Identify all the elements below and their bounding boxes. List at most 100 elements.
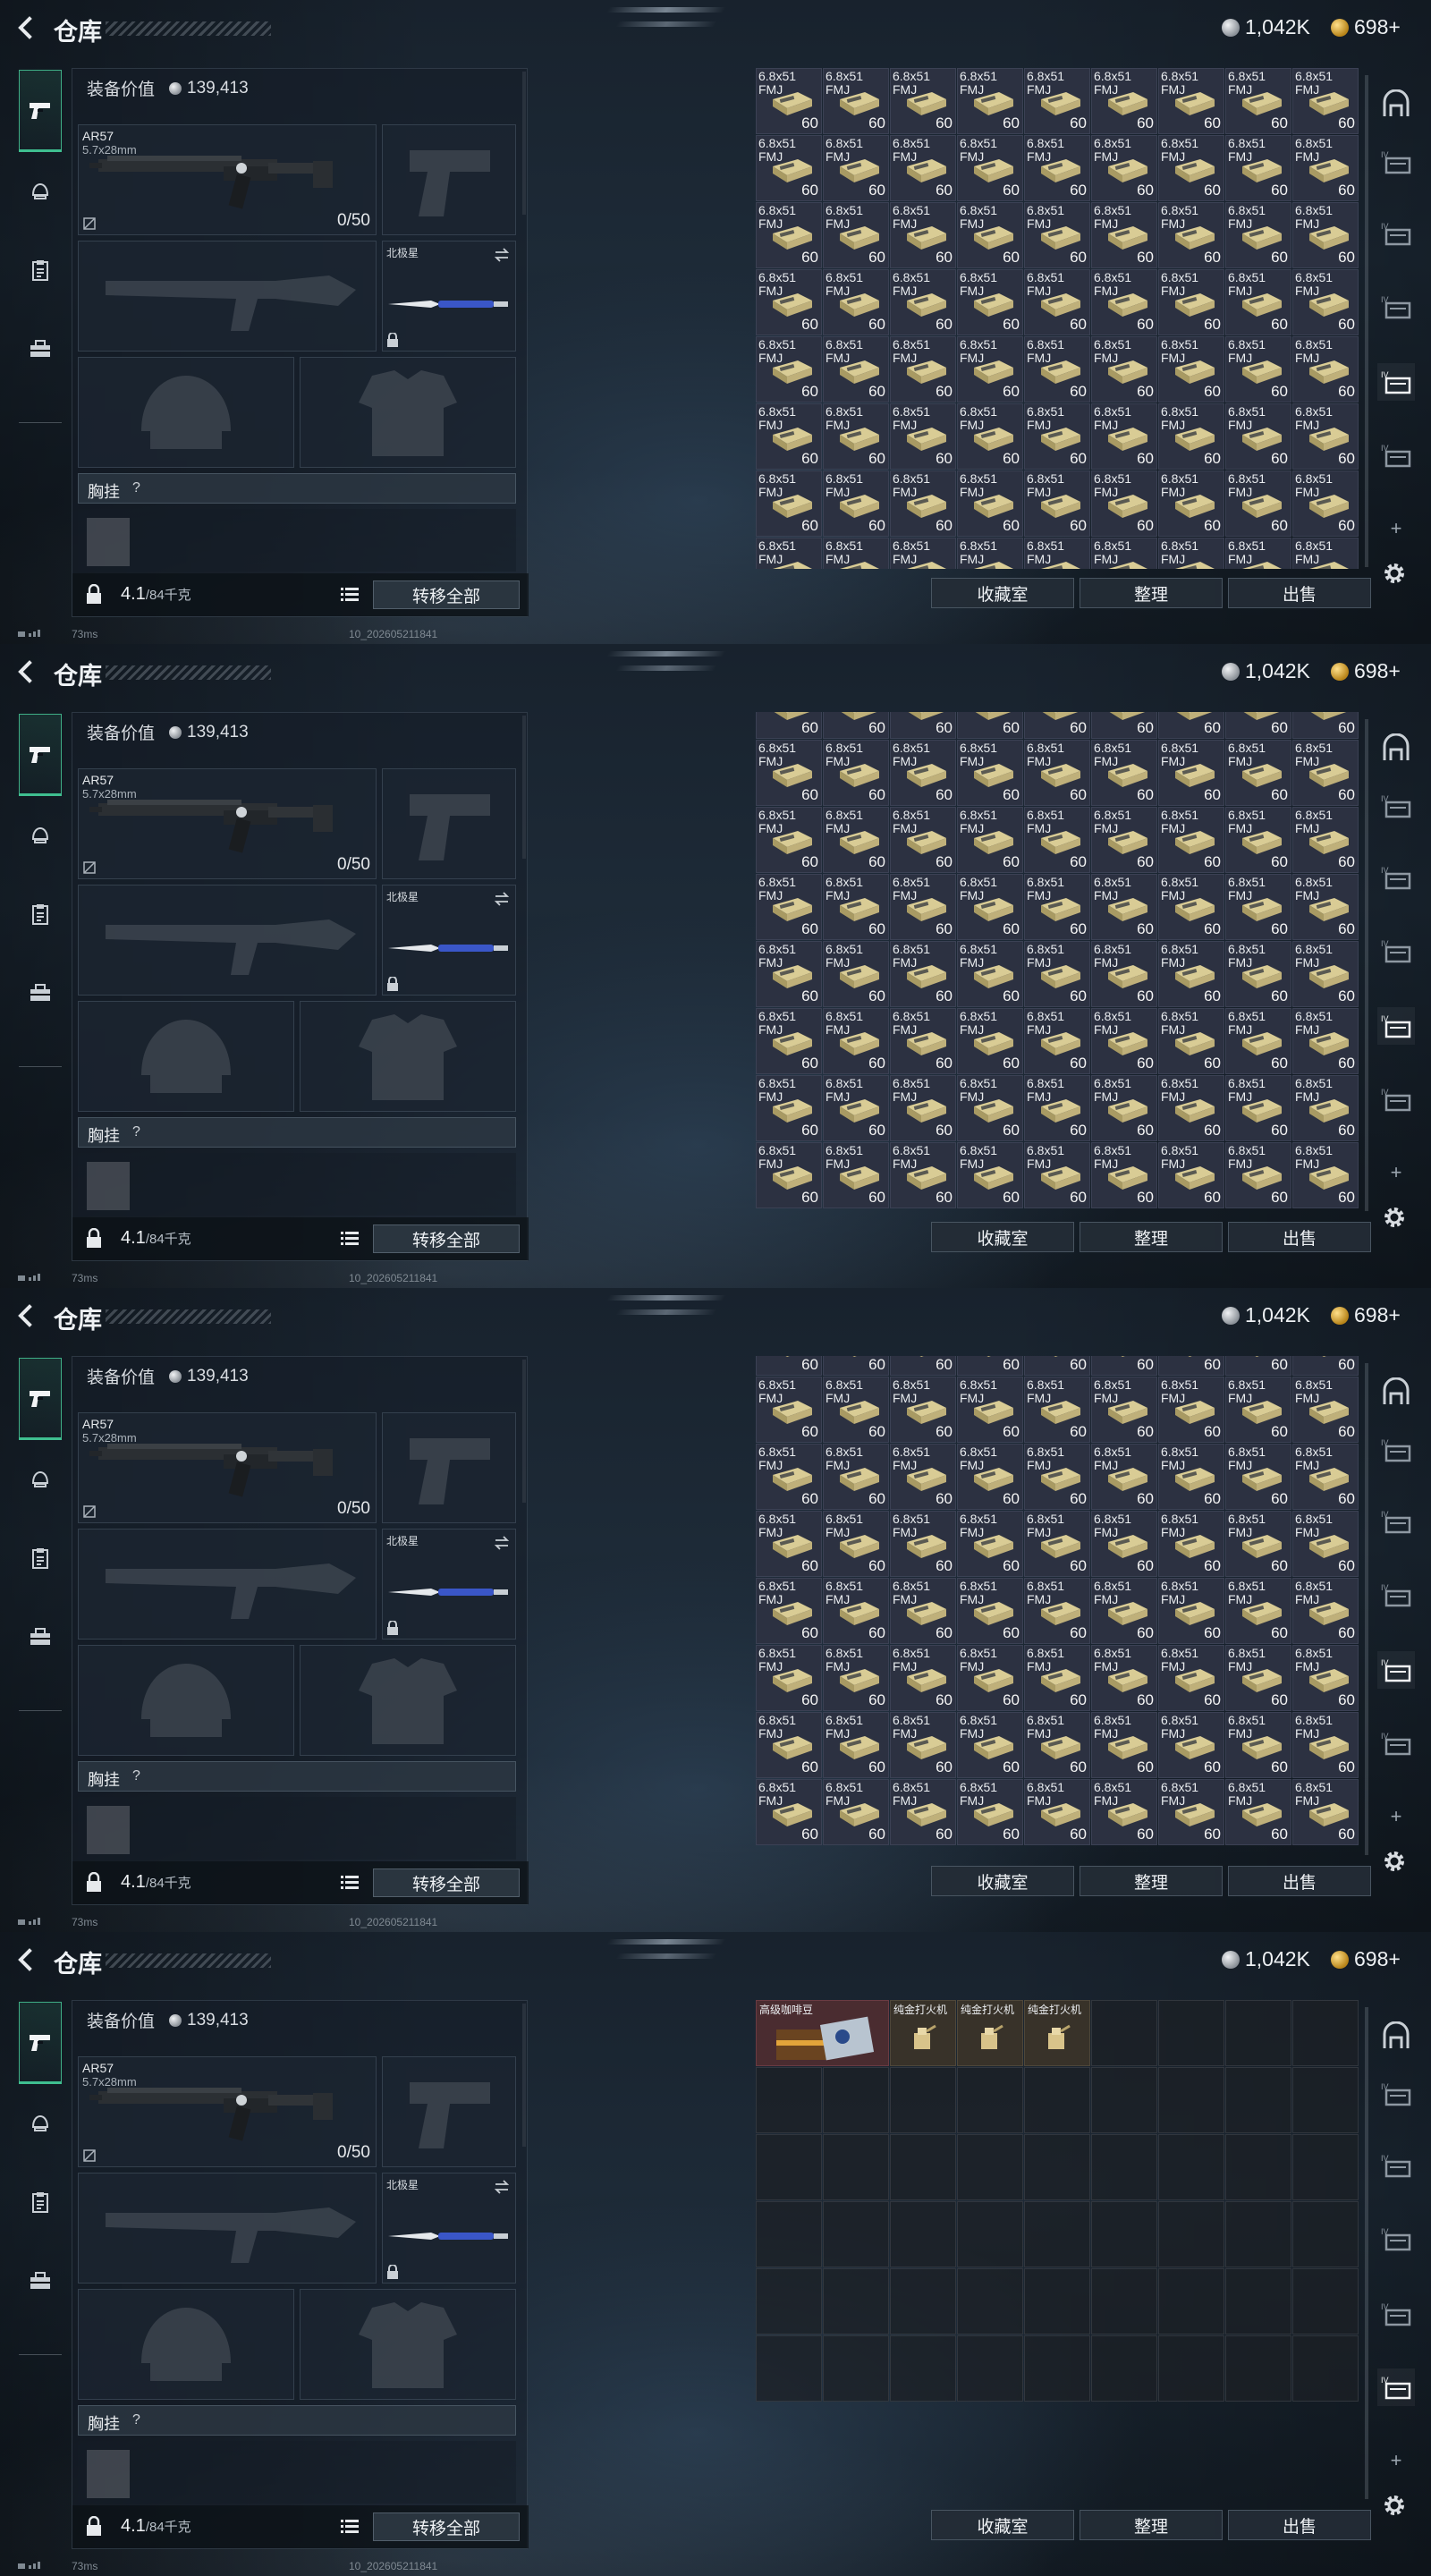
ammo-item-cell[interactable]: 6.8x51FMJ 60 (1024, 470, 1090, 537)
nav-weapons[interactable] (19, 70, 62, 152)
ammo-item-cell[interactable]: 6.8x51FMJ 60 (1292, 941, 1359, 1007)
nav-weapons[interactable] (19, 714, 62, 796)
storage-tab-5[interactable]: IV (1377, 1007, 1415, 1045)
nav-helmet[interactable] (19, 156, 62, 227)
back-arrow-icon[interactable] (13, 1302, 39, 1329)
gear-icon[interactable] (1381, 1848, 1408, 1875)
ammo-item-cell[interactable]: 60 (890, 712, 956, 739)
ammo-item-cell[interactable]: 6.8x51FMJ 60 (1158, 941, 1224, 1007)
ammo-item-cell[interactable]: 6.8x51FMJ 60 (957, 874, 1023, 940)
ammo-item-cell[interactable]: 6.8x51FMJ 60 (957, 403, 1023, 470)
ammo-item-cell[interactable]: 6.8x51FMJ 60 (1091, 269, 1157, 335)
list-icon[interactable] (341, 1230, 359, 1246)
ammo-item-cell[interactable]: 6.8x51FMJ 60 (1225, 1511, 1291, 1577)
ammo-item-cell[interactable]: 6.8x51FMJ 60 (1024, 1645, 1090, 1711)
swap-icon[interactable] (494, 1535, 510, 1551)
back-arrow-icon[interactable] (13, 14, 39, 41)
storage-tab-2[interactable]: IV (1377, 2075, 1415, 2113)
sort-button[interactable]: 整理 (1080, 578, 1223, 608)
empty-storage-cell[interactable] (957, 2335, 1023, 2402)
gold-lighter-item[interactable]: 纯金打火机 (890, 2000, 956, 2066)
helmet-slot[interactable] (78, 357, 294, 468)
gear-icon[interactable] (1381, 2492, 1408, 2519)
ammo-item-cell[interactable]: 6.8x51FMJ 60 (1225, 807, 1291, 873)
ammo-item-cell[interactable]: 6.8x51FMJ 60 (890, 1444, 956, 1510)
ammo-item-cell[interactable]: 6.8x51FMJ 60 (890, 1008, 956, 1074)
ammo-item-cell[interactable]: 6.8x51FMJ 60 (756, 1511, 822, 1577)
empty-storage-cell[interactable] (823, 2067, 889, 2133)
gear-icon[interactable] (1381, 560, 1408, 587)
ammo-item-cell[interactable]: 6.8x51FMJ 60 (1225, 403, 1291, 470)
ammo-item-cell[interactable]: 6.8x51FMJ 60 (1225, 336, 1291, 402)
gold-currency[interactable]: 698+ (1331, 659, 1401, 683)
ammo-item-cell[interactable]: 6.8x51FMJ 60 (890, 1377, 956, 1443)
secondary-weapon-slot[interactable] (78, 1529, 377, 1640)
empty-storage-cell[interactable] (756, 2268, 822, 2334)
secondary-weapon-slot[interactable] (78, 885, 377, 996)
storage-tab-main[interactable] (1377, 2018, 1415, 2055)
empty-storage-cell[interactable] (1158, 2067, 1224, 2133)
silver-currency[interactable]: 1,042K (1222, 1303, 1310, 1327)
ammo-item-cell[interactable]: 6.8x51FMJ 60 (823, 403, 889, 470)
ammo-item-cell[interactable]: 60 (1158, 712, 1224, 739)
empty-storage-cell[interactable] (1091, 2201, 1157, 2267)
ammo-item-cell[interactable]: 6.8x51FMJ 60 (1158, 336, 1224, 402)
storage-tab-main[interactable] (1377, 730, 1415, 767)
ammo-item-cell[interactable]: 6.8x51FMJ 60 (1158, 68, 1224, 134)
ammo-item-cell[interactable]: 6.8x51FMJ 60 (1024, 1008, 1090, 1074)
ammo-item-cell[interactable]: 6.8x51FMJ 60 (1091, 740, 1157, 806)
ammo-item-cell[interactable]: 60 (890, 1356, 956, 1376)
empty-storage-cell[interactable] (823, 2201, 889, 2267)
ammo-item-cell[interactable]: 6.8x51FMJ 60 (890, 403, 956, 470)
ammo-item-cell[interactable]: 6.8x51FMJ 60 (1024, 202, 1090, 268)
ammo-item-cell[interactable]: 6.8x51FMJ 60 (1091, 874, 1157, 940)
empty-storage-cell[interactable] (1225, 2268, 1291, 2334)
chest-rig-row[interactable]: 胸挂 ? (78, 1117, 516, 1148)
ammo-item-cell[interactable]: 6.8x51FMJ 60 (823, 1377, 889, 1443)
ammo-item-cell[interactable]: 6.8x51FMJ 60 (890, 740, 956, 806)
ammo-item-cell[interactable]: 6.8x51FMJ 60 (957, 1578, 1023, 1644)
empty-storage-cell[interactable] (957, 2067, 1023, 2133)
storage-tab-5[interactable]: IV (1377, 363, 1415, 401)
ammo-item-cell[interactable]: 6.8x51FMJ 60 (1158, 1075, 1224, 1141)
ammo-item-cell[interactable]: 60 (1158, 1356, 1224, 1376)
empty-storage-cell[interactable] (1225, 2067, 1291, 2133)
ammo-item-cell[interactable]: 6.8x51FMJ 60 (890, 874, 956, 940)
ammo-item-cell[interactable]: 6.8x51FMJ 60 (1225, 874, 1291, 940)
ammo-item-cell[interactable]: 6.8x51FMJ 60 (890, 1712, 956, 1778)
empty-storage-cell[interactable] (1225, 2335, 1291, 2402)
ammo-item-cell[interactable]: 6.8x51FMJ 60 (1024, 403, 1090, 470)
pistol-slot[interactable] (382, 768, 516, 879)
storage-tab-main[interactable] (1377, 86, 1415, 123)
ammo-item-cell[interactable]: 6.8x51FMJ 60 (1225, 202, 1291, 268)
secondary-weapon-slot[interactable] (78, 241, 377, 352)
ammo-item-cell[interactable]: 6.8x51FMJ 60 (1024, 269, 1090, 335)
ammo-item-cell[interactable]: 6.8x51FMJ 60 (1292, 1142, 1359, 1208)
empty-storage-cell[interactable] (1158, 2000, 1224, 2066)
empty-storage-cell[interactable] (1292, 2067, 1359, 2133)
ammo-item-cell[interactable]: 6.8x51FMJ 60 (1225, 1008, 1291, 1074)
empty-storage-cell[interactable] (1091, 2000, 1157, 2066)
ammo-item-cell[interactable]: 6.8x51FMJ 60 (1292, 68, 1359, 134)
ammo-item-cell[interactable]: 60 (823, 712, 889, 739)
ammo-item-cell[interactable]: 6.8x51FMJ 60 (1024, 1511, 1090, 1577)
empty-storage-cell[interactable] (1158, 2201, 1224, 2267)
melee-slot[interactable]: 北极星 (382, 2173, 516, 2284)
empty-storage-cell[interactable] (1292, 2134, 1359, 2200)
storage-tab-3[interactable]: IV (1377, 1503, 1415, 1540)
helmet-slot[interactable] (78, 2289, 294, 2400)
ammo-item-cell[interactable]: 6.8x51FMJ 60 (1292, 1008, 1359, 1074)
ammo-item-cell[interactable]: 6.8x51FMJ 60 (957, 1712, 1023, 1778)
transfer-all-button[interactable]: 转移全部 (373, 2512, 520, 2541)
ammo-item-cell[interactable]: 6.8x51FMJ 60 (1091, 1712, 1157, 1778)
empty-storage-cell[interactable] (890, 2134, 956, 2200)
ammo-item-cell[interactable]: 6.8x51FMJ 60 (1158, 1712, 1224, 1778)
ammo-item-cell[interactable]: 6.8x51FMJ 60 (823, 202, 889, 268)
ammo-item-cell[interactable]: 6.8x51FMJ 60 (756, 1008, 822, 1074)
ammo-item-cell[interactable]: 6.8x51FMJ 60 (823, 941, 889, 1007)
pistol-slot[interactable] (382, 124, 516, 235)
empty-storage-cell[interactable] (1292, 2335, 1359, 2402)
ammo-item-cell[interactable]: 6.8x51FMJ 60 (1091, 68, 1157, 134)
ammo-item-cell[interactable]: 6.8x51FMJ 60 (1158, 1511, 1224, 1577)
secondary-weapon-slot[interactable] (78, 2173, 377, 2284)
